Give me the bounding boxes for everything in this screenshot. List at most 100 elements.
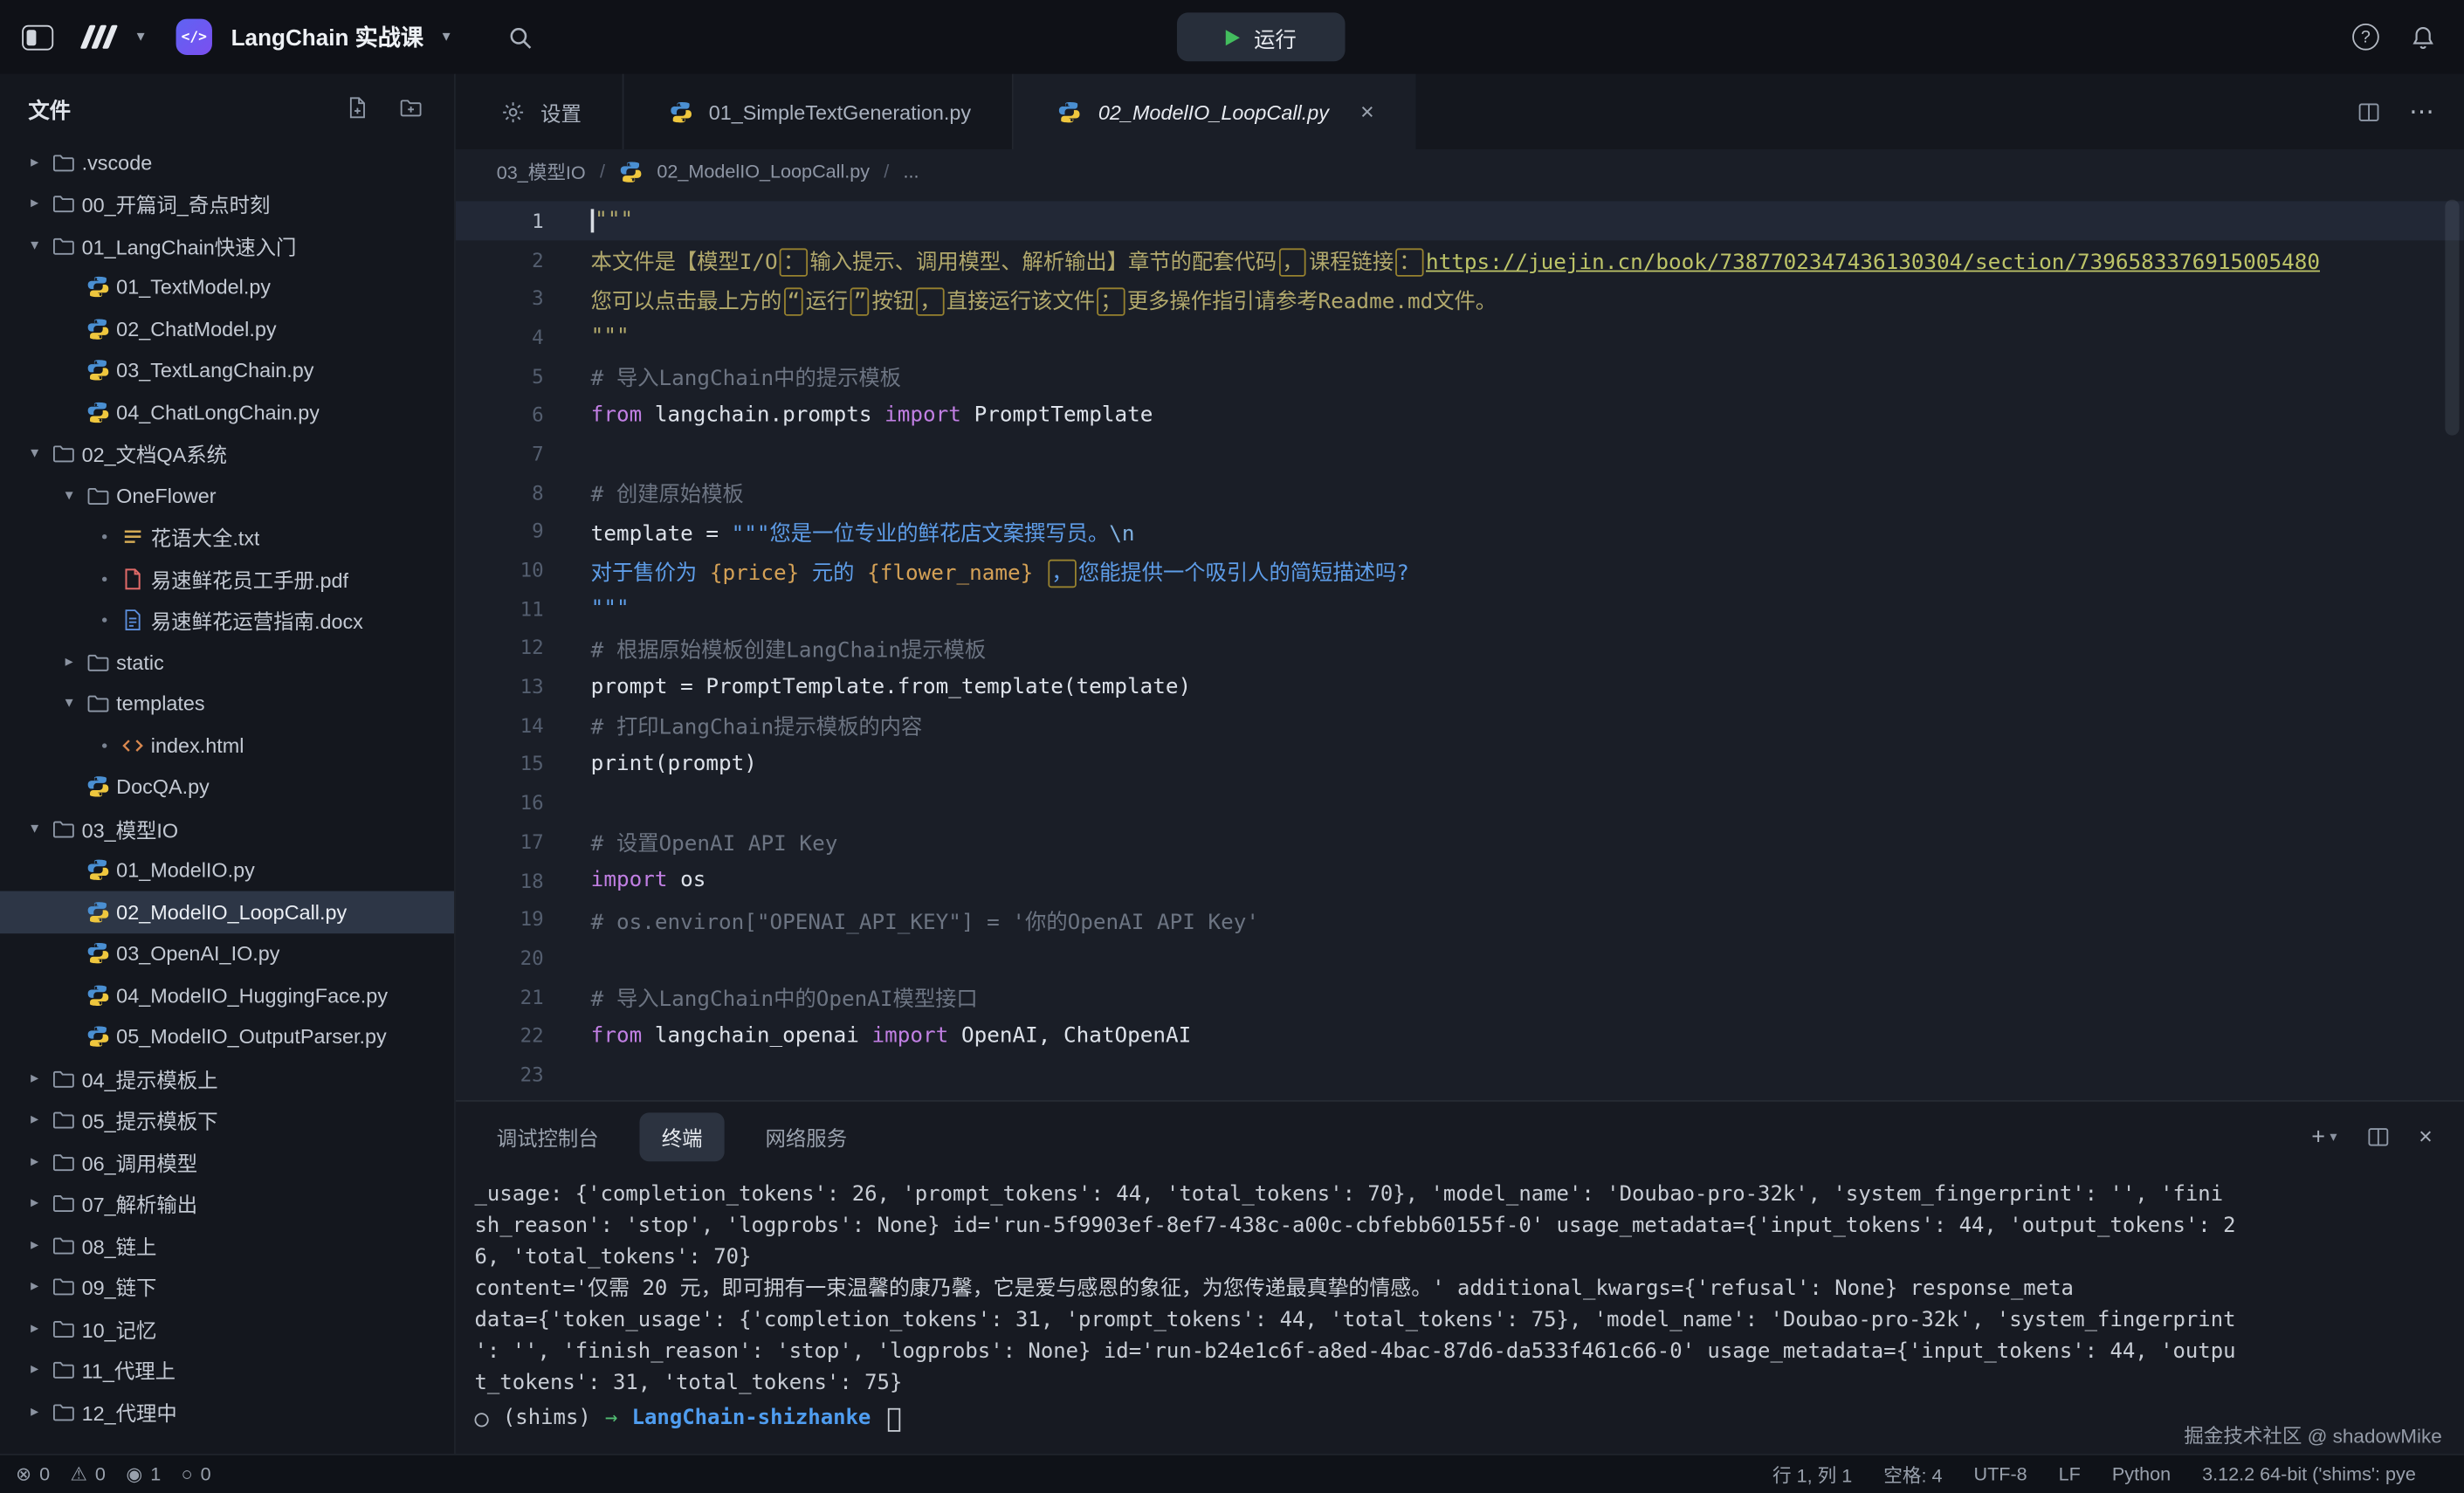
- docx-file-icon: [116, 609, 148, 632]
- tree-item-templates[interactable]: ▾templates: [0, 683, 454, 725]
- tree-item-02_ModelIO_LoopCall.py[interactable]: 02_ModelIO_LoopCall.py: [0, 891, 454, 933]
- editor-scrollbar[interactable]: [2445, 200, 2459, 436]
- tree-item-03_TextLangChain.py[interactable]: 03_TextLangChain.py: [0, 350, 454, 392]
- dot-empty-icon: ○: [182, 1463, 193, 1485]
- folder-icon: [47, 1234, 79, 1257]
- tree-item-花语大全.txt[interactable]: 花语大全.txt: [0, 516, 454, 558]
- tree-item-易速鲜花员工手册.pdf[interactable]: 易速鲜花员工手册.pdf: [0, 558, 454, 600]
- terminal[interactable]: _usage: {'completion_tokens': 26, 'promp…: [475, 1180, 2452, 1436]
- more-actions-icon[interactable]: ⋯: [2409, 96, 2436, 127]
- tree-item-05_ModelIO_OutputParser.py[interactable]: 05_ModelIO_OutputParser.py: [0, 1016, 454, 1058]
- status-errors[interactable]: ⊗0: [16, 1463, 50, 1485]
- tree-item-static[interactable]: ▸static: [0, 641, 454, 683]
- panel-tab-bar: 调试控制台终端网络服务: [456, 1102, 2464, 1171]
- line-number: 1: [456, 209, 544, 232]
- editor-tab-02_ModelIO_LoopCall.py[interactable]: 02_ModelIO_LoopCall.py×: [1014, 74, 1417, 149]
- status-indicator-filled[interactable]: ◉1: [126, 1463, 161, 1485]
- editor-tab-设置[interactable]: 设置: [456, 74, 624, 149]
- tree-item-index.html[interactable]: index.html: [0, 725, 454, 767]
- panel-tab-调试控制台[interactable]: 调试控制台: [497, 1112, 599, 1161]
- python-file-icon: [82, 359, 114, 382]
- chevron-down-icon[interactable]: ▾: [137, 28, 145, 45]
- tree-item-01_TextModel.py[interactable]: 01_TextModel.py: [0, 266, 454, 308]
- breadcrumb-item[interactable]: ...: [903, 161, 919, 182]
- line-number: 18: [456, 869, 544, 892]
- editor-tab-01_SimpleTextGeneration.py[interactable]: 01_SimpleTextGeneration.py: [624, 74, 1014, 149]
- terminal-line: sh_reason': 'stop', 'logprobs': None} id…: [475, 1212, 2452, 1243]
- app-logo-icon[interactable]: [85, 25, 118, 49]
- split-panel-icon[interactable]: [2362, 1125, 2393, 1148]
- tree-item-00_开篇词_奇点时刻[interactable]: ▸00_开篇词_奇点时刻: [0, 183, 454, 225]
- chevron-down-icon[interactable]: ▾: [443, 28, 451, 45]
- tree-item-label: 05_提示模板下: [82, 1105, 218, 1135]
- txt-file-icon: [116, 526, 148, 549]
- tree-item-OneFlower[interactable]: ▾OneFlower: [0, 475, 454, 517]
- tree-item-label: 00_开篇词_奇点时刻: [82, 189, 271, 218]
- close-panel-icon[interactable]: ×: [2419, 1123, 2433, 1150]
- status-count: 0: [95, 1463, 106, 1485]
- tree-item-DocQA.py[interactable]: DocQA.py: [0, 767, 454, 808]
- tree-item-09_链下[interactable]: ▸09_链下: [0, 1266, 454, 1308]
- line-number: 8: [456, 480, 544, 504]
- tree-item-06_调用模型[interactable]: ▸06_调用模型: [0, 1141, 454, 1183]
- new-terminal-button[interactable]: + ▾: [2311, 1123, 2337, 1150]
- folder-icon: [82, 484, 114, 507]
- project-name[interactable]: LangChain 实战课: [231, 20, 423, 53]
- run-button[interactable]: 运行: [1177, 12, 1346, 61]
- code-line-19: 19# os.environ["OPENAI_API_KEY"] = '你的Op…: [456, 899, 2464, 938]
- status-item[interactable]: Python: [2112, 1463, 2171, 1485]
- tree-item-04_提示模板上[interactable]: ▸04_提示模板上: [0, 1057, 454, 1099]
- tree-item-易速鲜花运营指南.docx[interactable]: 易速鲜花运营指南.docx: [0, 600, 454, 642]
- tree-item-label: 01_TextModel.py: [116, 275, 271, 299]
- prompt-arrow-icon: →: [605, 1403, 617, 1435]
- status-item[interactable]: 3.12.2 64-bit ('shims': pye: [2202, 1463, 2416, 1485]
- tree-item-04_ChatLongChain.py[interactable]: 04_ChatLongChain.py: [0, 391, 454, 433]
- tree-item-label: 01_LangChain快速入门: [82, 230, 297, 260]
- code-editor[interactable]: 1"""2本文件是【模型I/O：输入提示、调用模型、解析输出】章节的配套代码，课…: [456, 193, 2464, 1100]
- tree-item-10_记忆[interactable]: ▸10_记忆: [0, 1308, 454, 1350]
- chevron-right-icon: ▸: [22, 154, 47, 171]
- python-file-icon: [664, 100, 696, 123]
- tree-item-02_ChatModel.py[interactable]: 02_ChatModel.py: [0, 308, 454, 350]
- status-indicator-empty[interactable]: ○0: [182, 1463, 211, 1485]
- panel-tab-终端[interactable]: 终端: [640, 1112, 725, 1161]
- status-warnings[interactable]: ⚠0: [71, 1463, 106, 1485]
- tree-item-.vscode[interactable]: ▸.vscode: [0, 141, 454, 183]
- status-item[interactable]: 行 1, 列 1: [1772, 1461, 1852, 1488]
- breadcrumb-item[interactable]: 03_模型IO: [497, 158, 586, 185]
- file-bullet: [91, 618, 116, 623]
- split-editor-icon[interactable]: [2352, 100, 2384, 123]
- code-line-23: 23: [456, 1055, 2464, 1093]
- tree-item-08_链上[interactable]: ▸08_链上: [0, 1224, 454, 1266]
- tree-item-12_代理中[interactable]: ▸12_代理中: [0, 1391, 454, 1433]
- tree-item-03_OpenAI_IO.py[interactable]: 03_OpenAI_IO.py: [0, 932, 454, 974]
- tree-item-01_LangChain快速入门[interactable]: ▾01_LangChain快速入门: [0, 224, 454, 266]
- terminal-prompt[interactable]: (shims) → LangChain-shizhanke: [475, 1402, 2452, 1437]
- panel-tab-网络服务[interactable]: 网络服务: [766, 1112, 848, 1161]
- sidebar-toggle-icon[interactable]: [22, 24, 53, 50]
- status-item[interactable]: LF: [2059, 1463, 2081, 1485]
- breadcrumb-item[interactable]: 02_ModelIO_LoopCall.py: [657, 161, 870, 182]
- close-tab-icon[interactable]: ×: [1360, 100, 1374, 123]
- bell-icon[interactable]: [2411, 24, 2436, 50]
- python-file-icon: [82, 983, 114, 1007]
- tree-item-11_代理上[interactable]: ▸11_代理上: [0, 1349, 454, 1391]
- new-folder-icon[interactable]: [395, 96, 426, 120]
- line-number: 9: [456, 519, 544, 543]
- tree-item-05_提示模板下[interactable]: ▸05_提示模板下: [0, 1099, 454, 1141]
- status-item[interactable]: 空格: 4: [1883, 1461, 1942, 1488]
- tree-item-04_ModelIO_HuggingFace.py[interactable]: 04_ModelIO_HuggingFace.py: [0, 974, 454, 1016]
- tree-item-label: 04_ModelIO_HuggingFace.py: [116, 983, 388, 1007]
- tree-item-02_文档QA系统[interactable]: ▾02_文档QA系统: [0, 433, 454, 475]
- tree-item-03_模型IO[interactable]: ▾03_模型IO: [0, 808, 454, 850]
- chevron-right-icon: ▸: [22, 1236, 47, 1254]
- folder-icon: [47, 1067, 79, 1091]
- status-item[interactable]: UTF-8: [1973, 1463, 2027, 1485]
- search-icon[interactable]: [506, 24, 532, 50]
- help-icon[interactable]: ?: [2352, 24, 2379, 51]
- tree-item-01_ModelIO.py[interactable]: 01_ModelIO.py: [0, 850, 454, 891]
- new-file-icon[interactable]: [341, 96, 373, 120]
- code-line-22: 22from langchain_openai import OpenAI, C…: [456, 1016, 2464, 1055]
- tree-item-07_解析输出[interactable]: ▸07_解析输出: [0, 1183, 454, 1225]
- chevron-right-icon: ▸: [22, 1070, 47, 1087]
